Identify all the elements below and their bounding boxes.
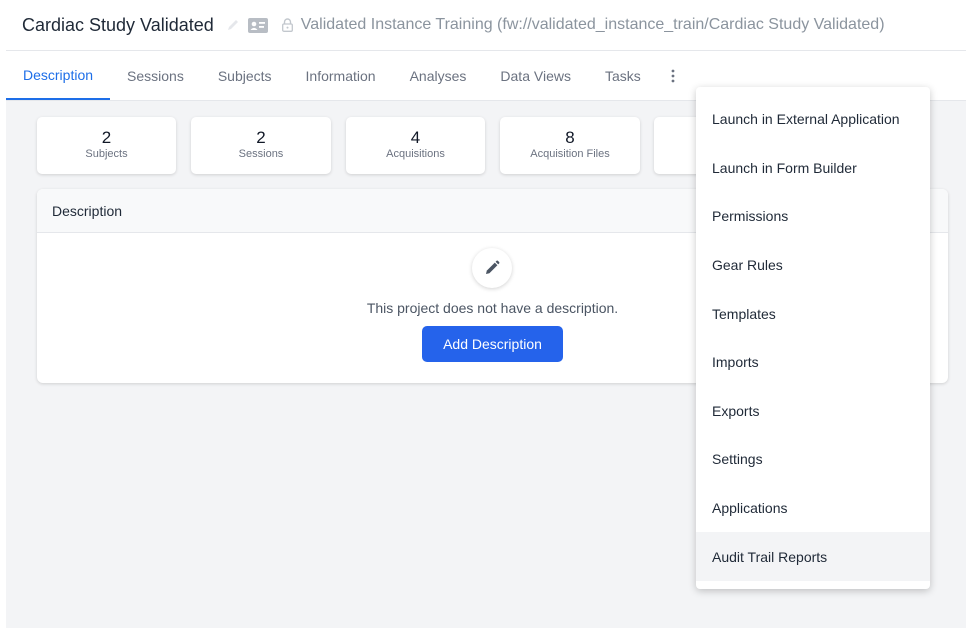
tab-description[interactable]: Description [6,51,111,100]
project-breadcrumb: Validated Instance Training (fw://valida… [300,16,885,33]
stat-card-sessions[interactable]: 2 Sessions [191,117,331,174]
tab-analyses[interactable]: Analyses [393,51,484,100]
project-header: Cardiac Study Validated Validated Instan… [0,0,966,50]
edit-title-pencil-icon[interactable] [226,18,240,32]
tab-data-views[interactable]: Data Views [483,51,588,100]
description-heading: Description [52,202,123,219]
stat-value: 4 [410,128,421,147]
stat-value: 2 [256,128,266,147]
stat-label: Sessions [238,148,284,160]
menu-item-imports[interactable]: Imports [696,338,930,387]
menu-item-settings[interactable]: Settings [696,435,930,484]
id-card-icon[interactable] [247,17,268,33]
lock-icon [281,18,293,32]
add-description-button[interactable]: Add Description [422,326,563,362]
stat-value: 2 [101,128,112,147]
tab-tasks[interactable]: Tasks [588,51,658,100]
description-pencil-icon[interactable] [472,248,512,288]
project-title: Cardiac Study Validated [22,14,214,35]
stat-label: Subjects [85,148,128,160]
menu-item-launch-form-builder[interactable]: Launch in Form Builder [696,144,930,193]
stat-value: 8 [565,128,575,147]
menu-item-exports[interactable]: Exports [696,387,930,436]
menu-item-launch-external-application[interactable]: Launch in External Application [696,95,930,144]
tab-sessions[interactable]: Sessions [110,51,201,100]
stat-card-acquisition-files[interactable]: 8 Acquisition Files [500,117,640,174]
tab-subjects[interactable]: Subjects [201,51,289,100]
stat-card-subjects[interactable]: 2 Subjects [37,117,176,174]
overflow-dropdown-menu: Launch in External Application Launch in… [696,87,930,589]
stat-label: Acquisitions [386,148,445,160]
menu-item-gear-rules[interactable]: Gear Rules [696,241,930,290]
tab-information[interactable]: Information [289,51,393,100]
stat-card-acquisitions[interactable]: 4 Acquisitions [346,117,485,174]
menu-item-templates[interactable]: Templates [696,289,930,338]
more-tabs-vertical-ellipsis-icon[interactable] [658,51,688,100]
menu-item-audit-trail-reports[interactable]: Audit Trail Reports [696,532,930,581]
menu-item-applications[interactable]: Applications [696,484,930,533]
menu-item-permissions[interactable]: Permissions [696,192,930,241]
stat-label: Acquisition Files [530,148,610,160]
